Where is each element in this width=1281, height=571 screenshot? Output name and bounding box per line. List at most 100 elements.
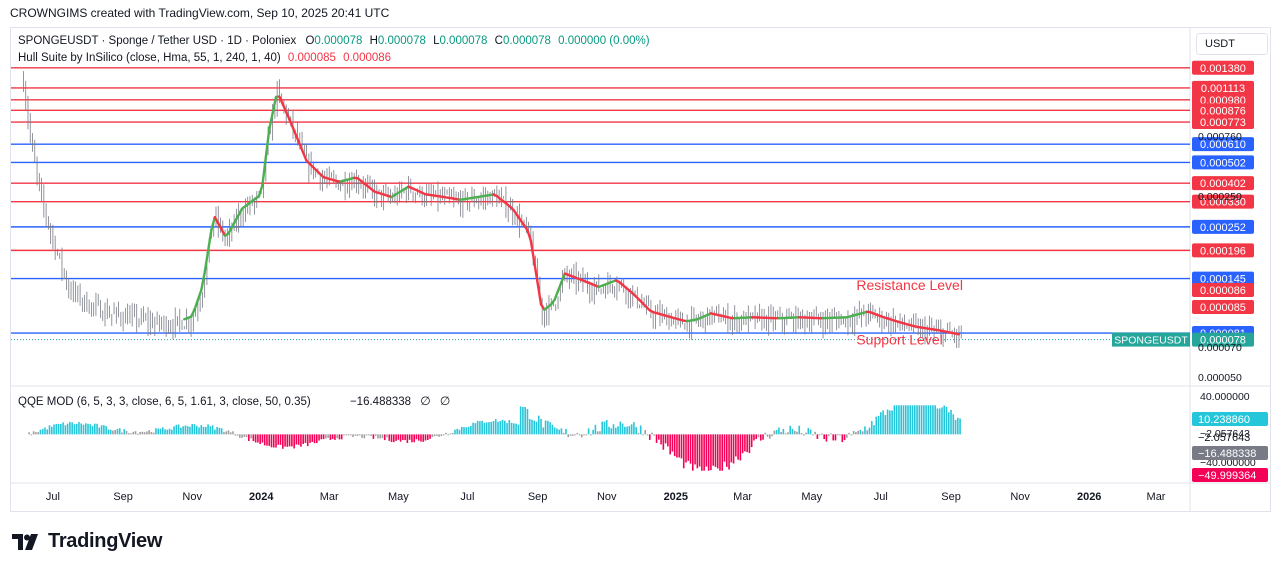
price-axis-tick: 0.000050: [1198, 372, 1242, 384]
qqe-bar: [365, 434, 368, 436]
qqe-bar: [503, 420, 506, 435]
qqe-bar: [646, 434, 649, 436]
qqe-bar: [91, 425, 94, 435]
qqe-bar: [628, 426, 631, 435]
qqe-bar: [454, 429, 456, 435]
qqe-bar: [345, 434, 348, 436]
qqe-bar: [825, 434, 828, 442]
qqe-bar: [653, 434, 656, 436]
qqe-bar: [553, 427, 556, 435]
qqe-bar: [254, 434, 257, 443]
qqe-bar: [465, 427, 468, 435]
qqe-bar: [957, 417, 959, 435]
qqe-bar: [184, 425, 187, 435]
qqe-bar: [413, 434, 415, 443]
qqe-bar: [542, 427, 545, 435]
time-axis-tick: May: [801, 491, 822, 503]
qqe-bar: [30, 434, 33, 436]
qqe-bar: [610, 428, 613, 435]
qqe-bar: [780, 432, 782, 435]
qqe-bar: [121, 432, 123, 435]
qqe-bar: [402, 434, 404, 441]
qqe-bar: [492, 420, 495, 435]
qqe-bar: [639, 425, 642, 435]
qqe-bar: [762, 434, 764, 440]
price-axis-tick: 0.000760: [1198, 131, 1242, 143]
qqe-bar: [139, 432, 141, 435]
hull-value-tag-label: 0.000085: [1200, 302, 1246, 314]
qqe-bar: [537, 415, 540, 435]
qqe-bar: [950, 409, 952, 435]
qqe-bar: [852, 430, 855, 435]
qqe-bar: [929, 405, 932, 435]
qqe-bar: [687, 434, 690, 461]
qqe-bar: [884, 414, 887, 435]
chart-canvas[interactable]: Resistance Level Support Level 0.001380 0.…: [0, 0, 1281, 571]
qqe-bar: [585, 434, 588, 436]
qqe-bar: [329, 434, 332, 440]
qqe-bar: [682, 434, 685, 469]
qqe-bar: [556, 428, 558, 435]
qqe-bar: [318, 434, 320, 441]
qqe-bar: [248, 434, 250, 441]
qqe-bar: [406, 434, 409, 444]
qqe-bar: [796, 431, 798, 435]
qqe-bar: [191, 424, 194, 435]
qqe-bar: [515, 423, 517, 435]
qqe-bar: [832, 434, 835, 441]
qqe-bar: [889, 410, 891, 435]
qqe-bar: [354, 434, 357, 436]
qqe-bar: [352, 434, 354, 438]
qqe-bar: [238, 434, 241, 438]
hull-legend[interactable]: Hull Suite by InSilico (close, Hma, 55, …: [18, 52, 391, 64]
qqe-bar: [173, 426, 175, 435]
qqe-bar: [211, 425, 214, 435]
tradingview-brand[interactable]: TradingView: [12, 530, 162, 553]
ohlc-low-value: 0.000078: [439, 35, 488, 47]
qqe-bar: [164, 429, 166, 435]
qqe-bar: [614, 427, 617, 435]
candles-layer: [23, 71, 962, 349]
qqe-bar: [161, 427, 164, 435]
hull-segment: [261, 156, 268, 187]
qqe-bar: [936, 408, 939, 435]
qqe-bar: [159, 428, 162, 435]
osc-value-tag-label: 10.238860: [1198, 414, 1250, 426]
qqe-bar: [152, 432, 155, 435]
qqe-bar: [327, 434, 329, 438]
qqe-bar: [207, 424, 209, 435]
qqe-bar: [644, 430, 647, 435]
level-tag-label: 0.000773: [1200, 117, 1246, 129]
qqe-bar: [945, 406, 948, 435]
qqe-bar: [155, 428, 157, 435]
qqe-bar: [671, 434, 674, 452]
qqe-bar: [388, 434, 391, 441]
hull-segment: [203, 249, 210, 274]
qqe-bar: [182, 426, 184, 435]
qqe-bar: [263, 434, 266, 446]
qqe-bar: [474, 423, 477, 435]
currency-selector[interactable]: USDT: [1196, 33, 1268, 55]
qqe-bar: [608, 426, 610, 435]
qqe-bar: [130, 433, 132, 435]
qqe-bar: [379, 434, 382, 439]
qqe-bar: [420, 434, 422, 442]
qqe-bar: [707, 434, 710, 471]
hull-segment: [556, 281, 563, 293]
qqe-bar: [775, 429, 778, 435]
qqe-bar: [338, 434, 341, 440]
hull-segment: [553, 289, 560, 301]
qqe-bar: [472, 422, 474, 435]
qqe-bar: [470, 426, 472, 435]
qqe-bar: [279, 434, 282, 445]
qqe-bar: [53, 424, 55, 435]
hull-segment: [954, 332, 961, 336]
qqe-legend[interactable]: QQE MOD (6, 5, 3, 3, close, 6, 5, 1.61, …: [18, 394, 450, 408]
qqe-bar: [549, 422, 551, 435]
symbol-line: SPONGEUSDT · Sponge / Tether USD · 1D · …: [18, 35, 297, 47]
time-axis-tick: Sep: [941, 491, 961, 503]
qqe-bar: [429, 434, 431, 439]
qqe-bar: [381, 434, 384, 439]
oscillator-layer: [28, 405, 961, 471]
qqe-bar: [565, 428, 567, 435]
